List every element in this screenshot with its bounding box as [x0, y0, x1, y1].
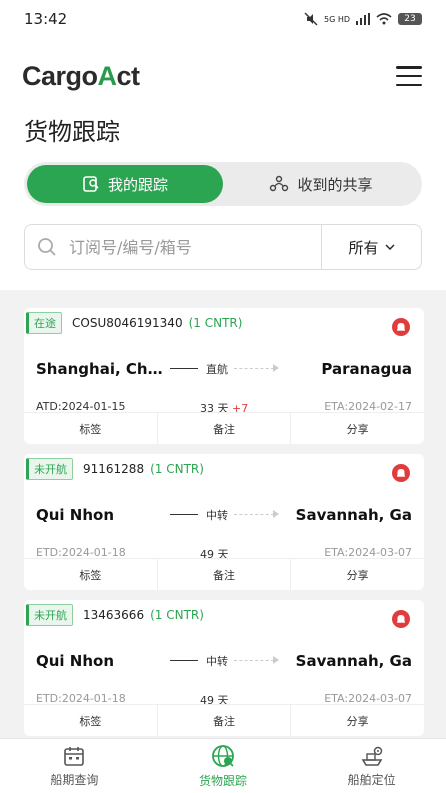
page-title: 货物跟踪: [24, 118, 120, 146]
menu-icon[interactable]: [396, 66, 422, 86]
destination-port: Savannah, Ga: [295, 506, 412, 524]
status-bar: 13:42 5G HD 23: [0, 0, 446, 38]
share-button[interactable]: 分享: [291, 413, 424, 444]
wifi-icon: [376, 13, 392, 25]
note-button[interactable]: 备注: [158, 413, 292, 444]
app-header: CargoAct: [0, 52, 446, 100]
status-badge: 在途: [26, 312, 62, 334]
tag-button[interactable]: 标签: [24, 413, 158, 444]
tab-my-tracking[interactable]: 我的跟踪: [27, 165, 223, 203]
container-count: (1 CNTR): [150, 608, 204, 622]
search-bar: 所有: [24, 224, 422, 270]
tracking-doc-icon: [83, 176, 99, 192]
card-actions: 标签 备注 分享: [24, 412, 424, 444]
share-button[interactable]: 分享: [291, 705, 424, 736]
globe-icon: [212, 744, 234, 767]
nav-schedule-search-label: 船期查询: [50, 772, 99, 787]
calendar-icon: [64, 746, 85, 766]
nav-cargo-tracking-label: 货物跟踪: [199, 773, 248, 788]
tag-button[interactable]: 标签: [24, 705, 158, 736]
tab-my-tracking-label: 我的跟踪: [107, 175, 168, 194]
container-count: (1 CNTR): [150, 462, 204, 476]
shipment-list: 在途 COSU8046191340 (1 CNTR) Shanghai, Ch……: [0, 290, 446, 738]
status-badge: 未开航: [26, 604, 73, 626]
share-button[interactable]: 分享: [291, 559, 424, 590]
ship-location-icon: [361, 746, 383, 766]
route-indicator: 中转: [170, 650, 280, 670]
search-input[interactable]: [69, 237, 321, 257]
tab-received-shares[interactable]: 收到的共享: [223, 165, 419, 203]
destination-port: Paranagua: [321, 360, 412, 378]
shipment-number: 91161288: [83, 462, 145, 476]
card-actions: 标签 备注 分享: [24, 704, 424, 736]
cargoact-logo: CargoAct: [22, 60, 140, 91]
card-actions: 标签 备注 分享: [24, 558, 424, 590]
bell-icon[interactable]: [392, 318, 410, 336]
tracking-segmented-control: 我的跟踪 收到的共享: [24, 162, 422, 206]
container-count: (1 CNTR): [188, 316, 243, 330]
tab-received-shares-label: 收到的共享: [297, 175, 373, 194]
battery-icon: 23: [398, 13, 422, 25]
chevron-down-icon: [385, 244, 394, 250]
arrow-right-icon: [273, 364, 279, 372]
destination-port: Savannah, Ga: [295, 652, 412, 670]
origin-port: Qui Nhon: [36, 506, 115, 524]
origin-port: Qui Nhon: [36, 652, 115, 670]
status-icons: 5G HD 23: [304, 12, 422, 26]
bottom-nav: 船期查询 货物跟踪 船舶定位: [0, 738, 446, 793]
note-button[interactable]: 备注: [158, 559, 292, 590]
route-indicator: 直航: [170, 358, 280, 378]
status-badge: 未开航: [26, 458, 73, 480]
mute-icon: [304, 12, 318, 26]
nav-schedule-search[interactable]: 船期查询: [0, 739, 149, 793]
status-filter-dropdown[interactable]: 所有: [321, 225, 421, 269]
filter-label: 所有: [348, 238, 379, 257]
shipment-card[interactable]: 在途 COSU8046191340 (1 CNTR) Shanghai, Ch……: [24, 308, 424, 444]
tag-button[interactable]: 标签: [24, 559, 158, 590]
status-time: 13:42: [24, 10, 68, 28]
route-type: 直航: [206, 363, 228, 376]
signal-icon: [356, 13, 370, 25]
share-network-icon: [270, 175, 289, 192]
bell-icon[interactable]: [392, 610, 410, 628]
nav-cargo-tracking[interactable]: 货物跟踪: [149, 739, 298, 793]
shipment-number: COSU8046191340: [72, 316, 183, 330]
origin-port: Shanghai, Ch…: [36, 360, 163, 378]
shipment-card[interactable]: 未开航 91161288 (1 CNTR) Qui Nhon 中转 Savann…: [24, 454, 424, 590]
arrow-right-icon: [273, 656, 279, 664]
nav-vessel-location-label: 船舶定位: [347, 772, 396, 787]
shipment-number: 13463666: [83, 608, 145, 622]
note-button[interactable]: 备注: [158, 705, 292, 736]
route-type: 中转: [206, 655, 228, 668]
nav-vessel-location[interactable]: 船舶定位: [297, 739, 446, 793]
shipment-card[interactable]: 未开航 13463666 (1 CNTR) Qui Nhon 中转 Savann…: [24, 600, 424, 736]
route-indicator: 中转: [170, 504, 280, 524]
route-type: 中转: [206, 509, 228, 522]
bell-icon[interactable]: [392, 464, 410, 482]
arrow-right-icon: [273, 510, 279, 518]
search-icon: [25, 237, 69, 257]
network-label: 5G HD: [323, 14, 350, 24]
